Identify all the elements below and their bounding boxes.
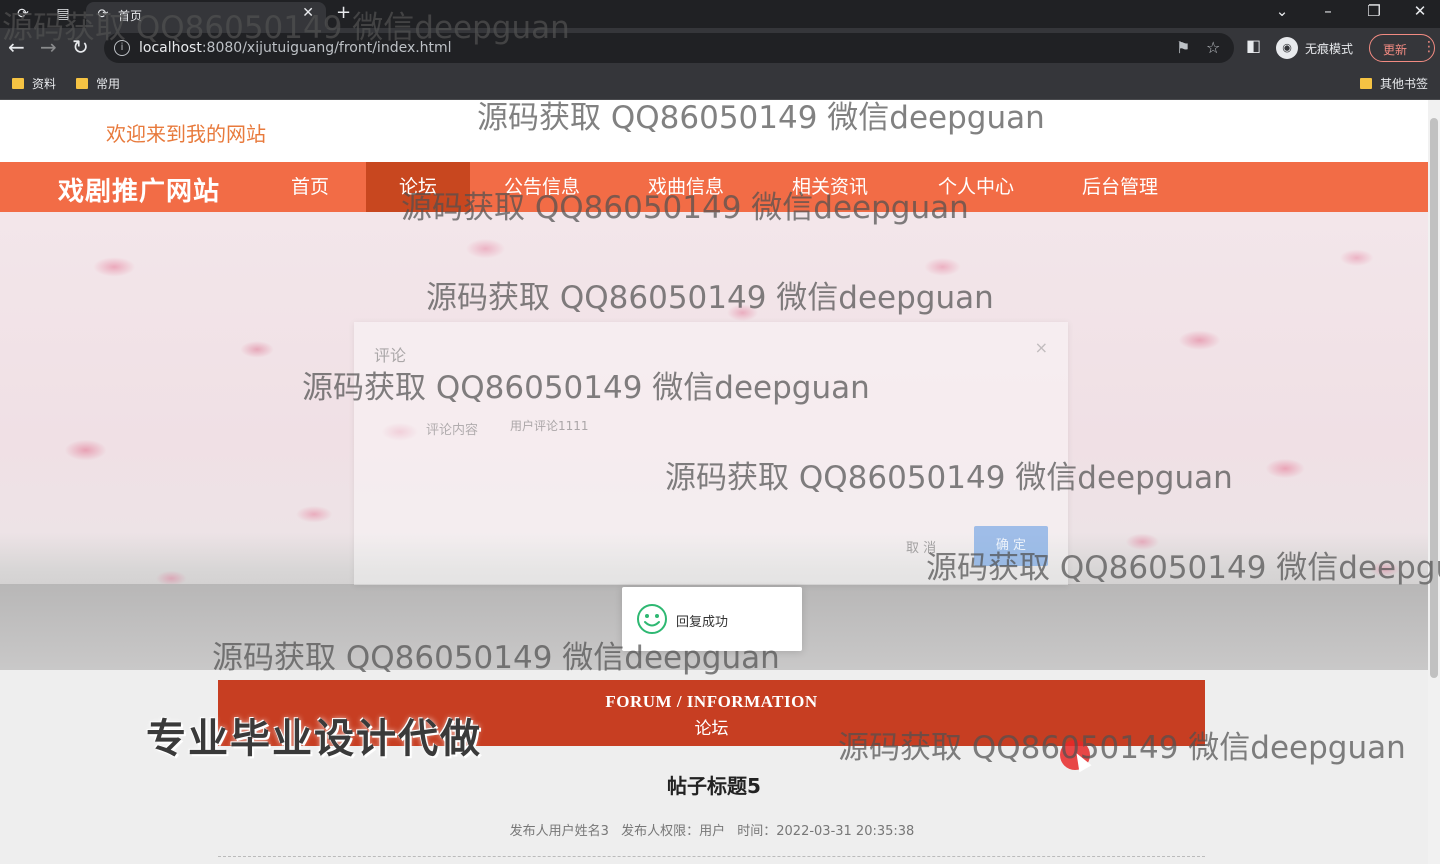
browser-tab-strip: ⟳ ▤ ⟳ 首页 ✕ + ⌄ – ❐ ✕ — [0, 0, 1440, 28]
smile-icon — [637, 604, 667, 634]
incognito-icon[interactable]: ◉ — [1276, 37, 1298, 59]
nav-admin[interactable]: 后台管理 — [1070, 162, 1170, 212]
other-bookmarks[interactable]: 其他书签 — [1360, 75, 1428, 93]
bookmark-folder-changyong[interactable]: 常用 — [76, 75, 120, 93]
folder-icon — [76, 78, 88, 89]
close-window-button[interactable]: ✕ — [1400, 2, 1440, 20]
success-toast: 回复成功 — [622, 587, 802, 651]
nav-related-news[interactable]: 相关资讯 — [780, 162, 880, 212]
promo-overlay-text: 专业毕业设计代做 — [146, 716, 482, 762]
scrollbar-thumb[interactable] — [1430, 118, 1438, 678]
tab-close-icon[interactable]: ✕ — [302, 5, 314, 21]
post-divider — [218, 856, 1205, 857]
toast-message: 回复成功 — [676, 615, 729, 630]
more-menu-icon: ⋮ — [1422, 39, 1436, 55]
nav-forum[interactable]: 论坛 — [366, 162, 470, 212]
back-arrow-icon[interactable]: ← — [8, 36, 25, 58]
folder-icon — [12, 78, 24, 89]
forward-arrow-icon[interactable]: → — [40, 36, 57, 58]
nav-announcements[interactable]: 公告信息 — [492, 162, 592, 212]
nav-opera-info[interactable]: 戏曲信息 — [636, 162, 736, 212]
site-info-icon[interactable]: i — [114, 40, 130, 56]
star-icon[interactable]: ☆ — [1206, 38, 1220, 57]
comment-field-label: 评论内容 — [426, 423, 479, 438]
browser-tab-home[interactable]: ⟳ 首页 ✕ — [86, 2, 326, 28]
confirm-button[interactable]: 确 定 — [974, 526, 1048, 566]
restore-window-button[interactable]: ❐ — [1354, 2, 1394, 20]
folder-icon — [1360, 78, 1372, 89]
minimize-window-button[interactable]: – — [1308, 2, 1348, 20]
main-navigation: 戏剧推广网站 首页 论坛 公告信息 戏曲信息 相关资讯 个人中心 后台管理 — [0, 162, 1428, 212]
dialog-title: 评论 — [374, 346, 407, 365]
blocked-popup-icon[interactable]: ⚑ — [1176, 38, 1190, 57]
page-favicon-icon: ⟳ — [97, 7, 109, 22]
address-bar[interactable]: i localhost:8080/xijutuiguang/front/inde… — [104, 33, 1234, 63]
post-title: 帖子标题5 — [667, 774, 761, 798]
tab-title: 首页 — [118, 9, 143, 23]
incognito-label: 无痕模式 — [1305, 42, 1354, 56]
site-name[interactable]: 戏剧推广网站 — [58, 171, 220, 208]
cancel-button[interactable]: 取 消 — [906, 537, 936, 556]
tab-list-chevron-icon[interactable]: ⌄ — [1262, 2, 1302, 20]
site-top-bar: 欢迎来到我的网站 — [0, 100, 1428, 162]
nav-personal-center[interactable]: 个人中心 — [926, 162, 1026, 212]
update-label: 更新 — [1383, 43, 1408, 57]
reload-icon[interactable]: ↻ — [72, 36, 89, 58]
welcome-text: 欢迎来到我的网站 — [106, 122, 266, 146]
tab-search-icon[interactable]: ▤ — [54, 5, 72, 23]
post-time: 时间：2022-03-31 20:35:38 — [737, 824, 915, 839]
update-button[interactable]: 更新 ⋮ — [1369, 34, 1436, 62]
browser-menu-icon[interactable]: ⟳ — [14, 5, 32, 23]
dialog-close-icon[interactable]: × — [1035, 338, 1048, 357]
comment-dialog: 评论 × 评论内容 取 消 确 定 — [354, 322, 1068, 585]
browser-toolbar: ← → ↻ i localhost:8080/xijutuiguang/fron… — [0, 28, 1440, 68]
side-panel-icon[interactable]: ◧ — [1246, 36, 1261, 55]
nav-home[interactable]: 首页 — [262, 162, 358, 212]
bookmark-folder-ziliao[interactable]: 资料 — [12, 75, 56, 93]
bookmarks-bar: 资料 常用 其他书签 — [0, 68, 1440, 100]
comment-input[interactable] — [504, 410, 804, 440]
post-role: 发布人权限：用户 — [621, 824, 726, 839]
new-tab-button[interactable]: + — [336, 2, 351, 23]
address-url[interactable]: localhost:8080/xijutuiguang/front/index.… — [139, 40, 452, 56]
post-author: 发布人用户姓名3 — [509, 824, 609, 839]
page-scrollbar[interactable] — [1428, 100, 1440, 864]
post-meta: 发布人用户姓名3 发布人权限：用户 时间：2022-03-31 20:35:38 — [0, 820, 1424, 839]
